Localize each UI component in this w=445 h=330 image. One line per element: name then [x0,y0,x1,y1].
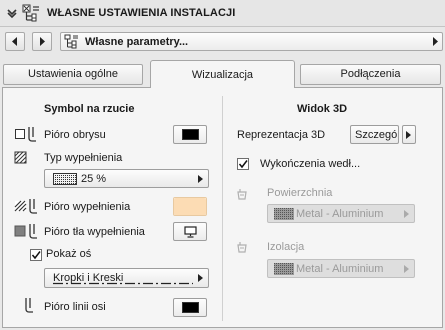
triangle-right-icon [198,274,203,282]
dash-dot-line-icon [53,282,193,285]
triangle-right-icon [406,131,411,139]
pen-color-swatch [182,302,199,313]
paint-bucket-icon [237,189,247,200]
section-divider [222,96,223,321]
fill-pen-label: Pióro wypełnienia [44,201,131,213]
material-swatch-icon [274,208,294,220]
repr-3d-arrow-button[interactable] [402,125,416,144]
triangle-right-icon [198,175,203,183]
pen-color-swatch [182,129,199,140]
show-axis-checkbox[interactable] [30,249,42,261]
insulation-material-dropdown[interactable]: Metal - Aluminium [267,259,415,278]
axis-pen-icon [25,298,33,313]
installation-settings-icon [22,4,39,22]
triangle-right-icon [433,37,438,46]
triangle-left-icon [12,37,17,46]
tab-visualization[interactable]: Wizualizacja [150,60,295,88]
triangle-right-icon [404,210,409,218]
insulation-material-value: Metal - Aluminium [296,263,384,275]
triangle-right-icon [40,37,45,46]
tab-general-settings[interactable]: Ustawienia ogólne [3,64,143,85]
repr-3d-value: Szczegó [355,129,398,141]
fill-pen-color-swatch [174,198,206,215]
chevron-down-icon[interactable] [6,7,18,19]
contour-pen-icon [15,127,36,142]
fill-background-pen-icon [14,224,37,239]
repr-3d-dropdown[interactable]: Szczegó [350,125,399,144]
contour-pen-button[interactable] [173,125,207,144]
paint-bucket-icon [237,242,247,253]
axis-line-type-dropdown[interactable]: Kropki i Kreski [44,268,209,288]
checkmark-icon [238,160,248,169]
axis-pen-label: Pióro linii osi [44,301,106,313]
surface-label: Powierzchnia [267,187,333,199]
next-button[interactable] [32,32,52,51]
fill-pattern-icon [53,173,77,185]
surface-material-dropdown[interactable]: Metal - Aluminium [267,204,415,223]
checkmark-icon [31,251,41,260]
fill-type-label: Typ wypełnienia [44,152,123,164]
fill-pen-button[interactable] [173,197,207,216]
show-axis-label: Pokaż oś [46,248,92,260]
fill-background-pen-label: Pióro tła wypełnienia [44,226,145,238]
symbol-section-title: Symbol na rzucie [44,103,135,115]
finishes-checkbox[interactable] [237,158,249,170]
finishes-label: Wykończenia wedł... [260,158,361,170]
surface-material-value: Metal - Aluminium [296,208,384,220]
fill-type-value: 25 % [81,173,107,185]
settings-tree-icon [64,34,78,49]
repr-3d-label: Reprezentacja 3D [237,129,326,141]
triangle-right-icon [404,265,409,273]
insulation-label: Izolacja [267,241,305,253]
previous-button[interactable] [5,32,25,51]
fill-type-dropdown[interactable]: 25 % [44,169,209,188]
header-title: WŁASNE USTAWIENIA INSTALACJI [47,7,236,19]
axis-pen-button[interactable] [173,298,207,317]
fill-type-icon [14,151,27,164]
fill-background-pen-button[interactable] [173,222,207,241]
contour-pen-label: Pióro obrysu [44,129,106,141]
monitor-icon [184,226,197,238]
fill-pen-icon [14,199,37,214]
tab-connections[interactable]: Podłączenia [300,64,441,85]
view3d-section-title: Widok 3D [297,103,348,115]
preset-label: Własne parametry... [85,36,189,48]
material-swatch-icon [274,263,294,275]
